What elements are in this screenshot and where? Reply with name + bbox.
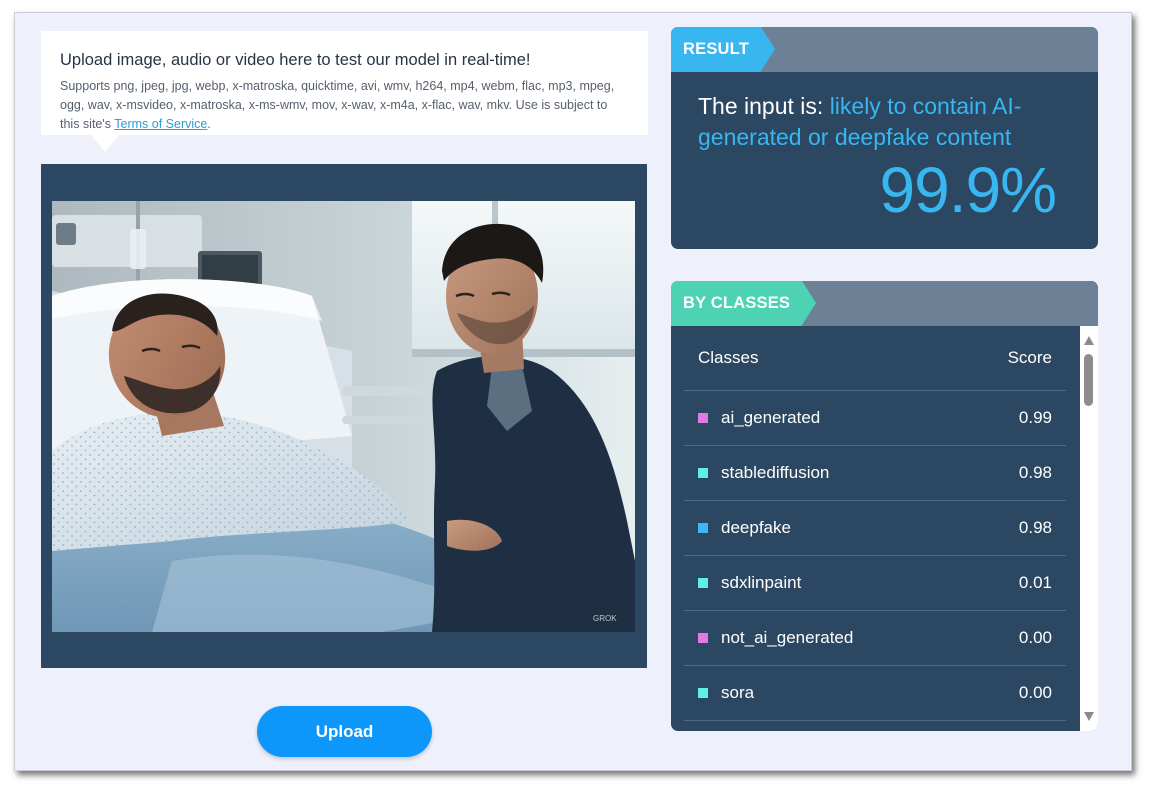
terms-of-service-link[interactable]: Terms of Service xyxy=(114,117,207,131)
table-row: sora 0.00 xyxy=(684,666,1066,721)
result-prefix: The input is: xyxy=(698,93,830,119)
by-classes-header: BY CLASSES xyxy=(671,281,1098,326)
class-score: 0.01 xyxy=(1018,573,1052,592)
table-row: sdxlinpaint 0.01 xyxy=(684,556,1066,611)
scroll-up-arrow-icon[interactable] xyxy=(1084,336,1094,345)
table-row: not_ai_generated 0.00 xyxy=(684,611,1066,666)
class-name: not_ai_generated xyxy=(721,628,854,647)
result-card: RESULT The input is: likely to contain A… xyxy=(671,27,1098,249)
scroll-down-arrow-icon[interactable] xyxy=(1084,712,1094,721)
classes-scrollbar[interactable] xyxy=(1080,326,1098,731)
scrollbar-thumb[interactable] xyxy=(1084,354,1093,406)
class-score: 0.00 xyxy=(1018,628,1052,647)
uploaded-image: GROK xyxy=(52,201,635,632)
by-classes-card: BY CLASSES Classes Score ai_generated 0.… xyxy=(671,281,1098,731)
class-score: 0.98 xyxy=(1018,518,1052,537)
table-row: deepfake 0.98 xyxy=(684,501,1066,556)
result-header: RESULT xyxy=(671,27,1098,72)
supported-formats-text: Supports png, jpeg, jpg, webp, x-matrosk… xyxy=(60,77,629,134)
app-frame: Upload image, audio or video here to tes… xyxy=(14,12,1132,771)
class-color-swatch xyxy=(698,523,708,533)
class-color-swatch xyxy=(698,413,708,423)
result-statement: The input is: likely to contain AI-gener… xyxy=(698,91,1068,153)
class-name: sdxlinpaint xyxy=(721,573,802,592)
hospital-scene-image: GROK xyxy=(52,201,635,632)
class-name: deepfake xyxy=(721,518,791,537)
result-tag: RESULT xyxy=(671,27,775,72)
class-name: ai_generated xyxy=(721,408,821,427)
class-name: stablediffusion xyxy=(721,463,830,482)
classes-table: Classes Score ai_generated 0.99 stabledi… xyxy=(684,326,1066,721)
media-preview-panel: GROK xyxy=(41,164,647,668)
by-classes-tag: BY CLASSES xyxy=(671,281,817,326)
class-score: 0.98 xyxy=(1018,463,1052,482)
column-header-score: Score xyxy=(1007,348,1052,367)
column-header-classes: Classes xyxy=(698,348,759,367)
upload-button[interactable]: Upload xyxy=(257,706,432,757)
class-color-swatch xyxy=(698,578,708,588)
class-score: 0.99 xyxy=(1018,408,1052,427)
class-name: sora xyxy=(721,683,755,702)
info-pointer-arrow xyxy=(91,135,119,152)
classes-table-header: Classes Score xyxy=(684,326,1066,391)
upload-info-box: Upload image, audio or video here to tes… xyxy=(41,31,648,135)
supported-formats-suffix: . xyxy=(207,117,211,131)
class-score: 0.00 xyxy=(1018,683,1052,702)
grok-watermark: GROK xyxy=(593,614,617,623)
result-percentage: 99.9% xyxy=(879,154,1057,226)
class-color-swatch xyxy=(698,688,708,698)
table-row: stablediffusion 0.98 xyxy=(684,446,1066,501)
upload-heading: Upload image, audio or video here to tes… xyxy=(60,51,531,69)
class-color-swatch xyxy=(698,633,708,643)
table-row: ai_generated 0.99 xyxy=(684,391,1066,446)
class-color-swatch xyxy=(698,468,708,478)
